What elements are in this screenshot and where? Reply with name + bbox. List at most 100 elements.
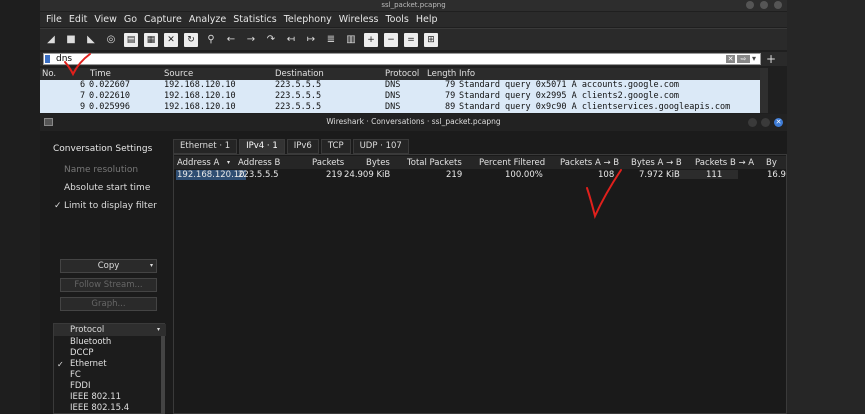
col-percent-filtered[interactable]: Percent Filtered xyxy=(479,158,545,168)
zoom-out-icon[interactable]: − xyxy=(384,32,398,47)
packet-list-scrollbar[interactable] xyxy=(760,68,768,113)
dialog-title-bar: Wireshark · Conversations · ssl_packet.p… xyxy=(40,114,787,131)
menu-file[interactable]: File xyxy=(46,14,62,25)
dialog-maximize-button[interactable] xyxy=(761,118,770,127)
col-address-a[interactable]: Address A xyxy=(177,158,219,168)
col-protocol[interactable]: Protocol xyxy=(385,69,419,79)
resize-columns-icon[interactable]: ⊞ xyxy=(424,32,438,47)
packet-row[interactable]: 7 0.022610 192.168.120.10 223.5.5.5 DNS … xyxy=(40,91,760,102)
packet-destination: 223.5.5.5 xyxy=(275,80,322,90)
protocol-item-bluetooth[interactable]: Bluetooth xyxy=(54,337,166,348)
checkmark-icon[interactable]: ✓ xyxy=(57,359,67,370)
bookmark-icon[interactable] xyxy=(45,55,50,63)
col-info[interactable]: Info xyxy=(459,69,475,79)
col-length[interactable]: Length xyxy=(427,69,456,79)
first-packet-icon[interactable]: ↤ xyxy=(284,33,298,47)
packet-row[interactable]: 9 0.025996 192.168.120.10 223.5.5.5 DNS … xyxy=(40,102,760,113)
dialog-close-button[interactable]: ✕ xyxy=(774,118,783,127)
close-button[interactable] xyxy=(774,1,782,9)
clear-filter-icon[interactable]: ✕ xyxy=(726,55,735,63)
conversation-row[interactable]: 192.168.120.10 223.5.5.5 219 24.909 KiB … xyxy=(174,170,786,181)
protocol-name: FC xyxy=(70,370,81,380)
name-resolution-label: Name resolution xyxy=(64,165,139,175)
menu-edit[interactable]: Edit xyxy=(69,14,87,25)
menu-statistics[interactable]: Statistics xyxy=(233,14,276,25)
protocol-item-ethernet[interactable]: ✓ Ethernet xyxy=(54,359,166,370)
protocol-item-fc[interactable]: FC xyxy=(54,370,166,381)
name-resolution-checkbox[interactable]: Name resolution xyxy=(54,165,138,175)
shark-fin-start-icon[interactable]: ◢ xyxy=(44,33,58,47)
checkmark-icon: ✓ xyxy=(54,201,62,211)
protocol-item-ieee-802-15-4[interactable]: IEEE 802.15.4 xyxy=(54,403,166,414)
go-to-packet-icon[interactable]: ↷ xyxy=(264,33,278,47)
graph-button[interactable]: Graph... xyxy=(60,297,157,311)
packets-a-to-b-cell: 108 xyxy=(598,170,615,180)
find-packet-icon[interactable]: ⚲ xyxy=(204,33,218,47)
follow-stream-button[interactable]: Follow Stream... xyxy=(60,278,157,292)
col-packets-a-to-b[interactable]: Packets A → B xyxy=(560,158,619,168)
last-packet-icon[interactable]: ↦ xyxy=(304,33,318,47)
go-back-icon[interactable]: ← xyxy=(224,33,238,47)
protocol-list-header[interactable]: Protocol ▾ xyxy=(54,324,166,336)
tab-tcp[interactable]: TCP xyxy=(320,139,351,154)
col-total-packets[interactable]: Total Packets xyxy=(407,158,462,168)
tab-ethernet[interactable]: Ethernet · 1 xyxy=(173,139,238,154)
protocol-item-dccp[interactable]: DCCP xyxy=(54,348,166,359)
restart-capture-icon[interactable]: ◣ xyxy=(84,33,98,47)
col-time[interactable]: Time xyxy=(90,69,111,79)
apply-filter-icon[interactable]: ⇨ xyxy=(737,55,750,63)
menu-go[interactable]: Go xyxy=(124,14,137,25)
desktop-left-edge xyxy=(0,0,40,414)
protocol-item-ieee-802-11[interactable]: IEEE 802.11 xyxy=(54,392,166,403)
col-bytes[interactable]: Bytes xyxy=(366,158,390,168)
display-filter-input[interactable]: dns xyxy=(43,53,761,65)
menu-view[interactable]: View xyxy=(94,14,117,25)
col-bytes-b-to-a[interactable]: By xyxy=(766,158,777,168)
menu-capture[interactable]: Capture xyxy=(144,14,182,25)
col-no[interactable]: No. xyxy=(42,69,56,79)
colorize-icon[interactable]: ▥ xyxy=(344,33,358,47)
packet-length: 79 xyxy=(445,80,456,90)
go-forward-icon[interactable]: → xyxy=(244,33,258,47)
zoom-in-icon[interactable]: + xyxy=(364,32,378,47)
limit-to-display-filter-checkbox[interactable]: ✓ Limit to display filter xyxy=(54,201,157,211)
bytes-b-to-a-cell: 16.9 xyxy=(767,170,786,180)
menu-wireless[interactable]: Wireless xyxy=(339,14,379,25)
packet-row[interactable]: 6 0.022607 192.168.120.10 223.5.5.5 DNS … xyxy=(40,80,760,91)
menu-help[interactable]: Help xyxy=(416,14,438,25)
capture-options-icon[interactable]: ◎ xyxy=(104,33,118,47)
dialog-minimize-button[interactable] xyxy=(748,118,757,127)
col-address-b[interactable]: Address B xyxy=(238,158,280,168)
menu-analyze[interactable]: Analyze xyxy=(189,14,226,25)
add-filter-button-icon[interactable]: + xyxy=(766,52,776,66)
col-bytes-a-to-b[interactable]: Bytes A → B xyxy=(631,158,682,168)
minimize-button[interactable] xyxy=(746,1,754,9)
close-file-icon[interactable]: ✕ xyxy=(164,32,178,47)
save-file-icon[interactable]: ▦ xyxy=(144,32,158,47)
open-file-icon[interactable]: ▤ xyxy=(124,32,138,47)
absolute-start-time-checkbox[interactable]: Absolute start time xyxy=(54,183,150,193)
protocol-item-fddi[interactable]: FDDI xyxy=(54,381,166,392)
desktop-right-edge xyxy=(787,0,865,414)
copy-button[interactable]: Copy ▾ xyxy=(60,259,157,273)
tab-ipv6[interactable]: IPv6 xyxy=(286,139,319,154)
menu-telephony[interactable]: Telephony xyxy=(284,14,332,25)
stop-capture-icon[interactable]: ■ xyxy=(64,33,78,47)
tab-udp[interactable]: UDP · 107 xyxy=(352,139,409,154)
protocol-name: IEEE 802.11 xyxy=(70,392,122,402)
packet-length: 89 xyxy=(445,102,456,112)
tab-ipv4[interactable]: IPv4 · 1 xyxy=(239,139,285,154)
menu-tools[interactable]: Tools xyxy=(385,14,408,25)
col-source[interactable]: Source xyxy=(164,69,193,79)
normal-size-icon[interactable]: = xyxy=(404,32,418,47)
packet-protocol: DNS xyxy=(385,102,401,112)
protocol-list-scrollbar[interactable] xyxy=(161,336,165,414)
maximize-button[interactable] xyxy=(760,1,768,9)
col-packets-b-to-a[interactable]: Packets B → A xyxy=(695,158,754,168)
filter-history-dropdown-icon[interactable]: ▾ xyxy=(752,54,756,63)
conversation-tabs: Ethernet · 1 IPv4 · 1 IPv6 TCP UDP · 107 xyxy=(173,139,409,154)
col-packets[interactable]: Packets xyxy=(312,158,344,168)
reload-file-icon[interactable]: ↻ xyxy=(184,32,198,47)
col-destination[interactable]: Destination xyxy=(275,69,324,79)
auto-scroll-icon[interactable]: ≣ xyxy=(324,33,338,47)
